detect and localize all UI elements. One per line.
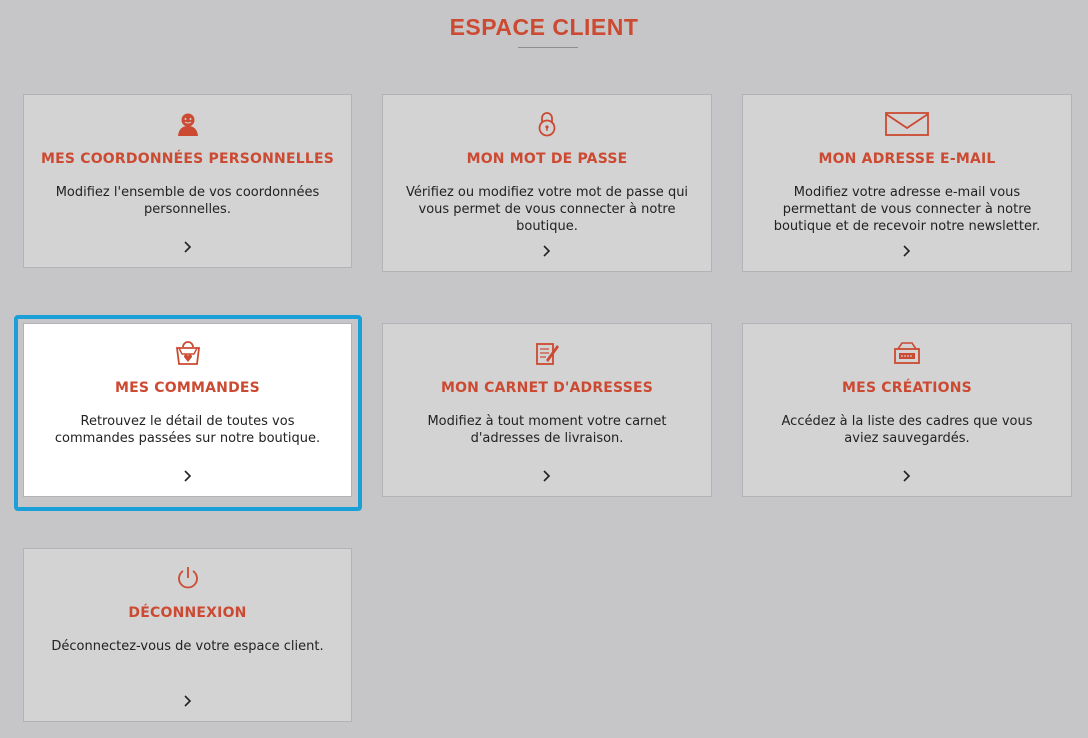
- card-title: MES COMMANDES: [115, 380, 260, 396]
- card-title: MON MOT DE PASSE: [466, 151, 628, 167]
- chevron-right-icon[interactable]: [900, 469, 914, 483]
- card-title: MON ADRESSE E-MAIL: [818, 151, 996, 167]
- card-description: Modifiez votre adresse e-mail vous perme…: [773, 185, 1041, 234]
- card-mot-de-passe[interactable]: MON MOT DE PASSE Vérifiez ou modifiez vo…: [382, 94, 712, 272]
- customer-area-page: ESPACE CLIENT MES COORDONNÉES PERSONNELL…: [0, 0, 1088, 738]
- card-title: MON CARNET D'ADRESSES: [440, 380, 654, 396]
- card-title: MES CRÉATIONS: [842, 380, 972, 396]
- shopping-bag-icon: [165, 338, 211, 368]
- card-carnet[interactable]: MON CARNET D'ADRESSES Modifiez à tout mo…: [382, 323, 712, 497]
- person-icon: [165, 109, 211, 139]
- chevron-right-icon[interactable]: [181, 469, 195, 483]
- card-description: Vérifiez ou modifiez votre mot de passe …: [405, 185, 689, 234]
- title-underline: [518, 47, 578, 48]
- card-description: Modifiez à tout moment votre carnet d'ad…: [427, 414, 667, 446]
- envelope-icon: [884, 109, 930, 139]
- card-title: DÉCONNEXION: [128, 605, 247, 621]
- card-coordonnees[interactable]: MES COORDONNÉES PERSONNELLES Modifiez l'…: [23, 94, 352, 268]
- chevron-right-icon[interactable]: [540, 469, 554, 483]
- chevron-right-icon[interactable]: [540, 244, 554, 258]
- page-title: ESPACE CLIENT: [449, 14, 639, 40]
- chevron-right-icon[interactable]: [181, 240, 195, 254]
- chevron-right-icon[interactable]: [900, 244, 914, 258]
- card-title: MES COORDONNÉES PERSONNELLES: [40, 151, 335, 167]
- card-commandes[interactable]: MES COMMANDES Retrouvez le détail de tou…: [23, 323, 352, 497]
- card-creations[interactable]: MES CRÉATIONS Accédez à la liste des cad…: [742, 323, 1072, 497]
- power-icon: [165, 563, 211, 593]
- card-email[interactable]: MON ADRESSE E-MAIL Modifiez votre adress…: [742, 94, 1072, 272]
- notepad-pencil-icon: [524, 338, 570, 368]
- card-deconnexion[interactable]: DÉCONNEXION Déconnectez-vous de votre es…: [23, 548, 352, 722]
- card-description: Modifiez l'ensemble de vos coordonnées p…: [55, 185, 320, 217]
- chevron-right-icon[interactable]: [181, 694, 195, 708]
- card-description: Accédez à la liste des cadres que vous a…: [781, 414, 1033, 446]
- frame-box-icon: [884, 338, 930, 368]
- padlock-icon: [524, 109, 570, 139]
- card-description: Déconnectez-vous de votre espace client.: [51, 639, 324, 654]
- card-description: Retrouvez le détail de toutes vos comman…: [54, 414, 321, 446]
